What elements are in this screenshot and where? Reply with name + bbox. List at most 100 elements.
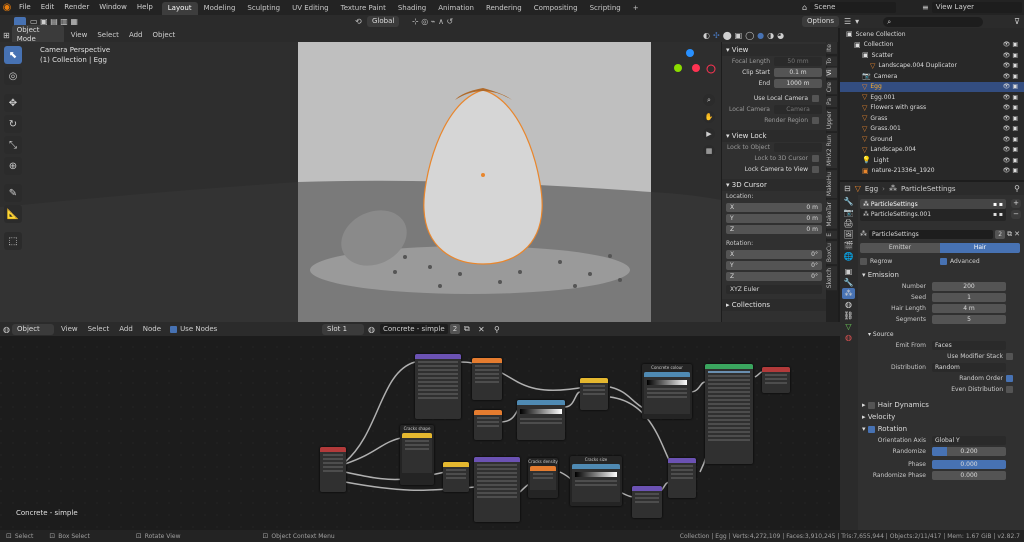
concrete-colour-frame[interactable]: Concrete colour — [642, 364, 692, 419]
overlay-icon[interactable]: ⬤ — [723, 31, 732, 40]
mix-rgb-node[interactable] — [580, 378, 608, 410]
outliner-item[interactable]: ▽ Landscape.004 👁 ▣ — [840, 145, 1024, 156]
material-shading-icon[interactable]: ◑ — [767, 31, 774, 40]
tab-animation[interactable]: Animation — [432, 2, 480, 15]
visibility-toggle-icon[interactable]: 👁 ▣ — [1003, 136, 1018, 143]
outliner-item[interactable]: 📷 Camera 👁 ▣ — [840, 71, 1024, 82]
advanced-checkbox[interactable] — [940, 257, 947, 265]
node-editor[interactable]: Cracks shape Cracks density Concrete col… — [0, 322, 840, 531]
filter-icon[interactable]: ⊽ — [1014, 17, 1020, 26]
gizmo-icon[interactable]: ✣ — [713, 31, 720, 40]
object-props-icon[interactable]: ▣ — [842, 266, 855, 277]
constraint-props-icon[interactable]: ⛓ — [842, 310, 855, 321]
blender-logo-icon[interactable]: ◉ — [0, 0, 14, 15]
emitter-button[interactable]: Emitter — [860, 243, 940, 253]
cursor-loc-y-row[interactable]: Y0 m — [722, 213, 826, 224]
use-local-camera-checkbox[interactable] — [812, 95, 819, 102]
rotation-header[interactable]: ▾ Rotation — [858, 423, 1024, 435]
rotation-mode-row[interactable]: XYZ Euler — [722, 284, 826, 295]
add-workspace-button[interactable]: + — [627, 2, 645, 15]
viewport-menu-select[interactable]: Select — [92, 28, 124, 43]
duplicate-icon[interactable]: ⧉ — [1007, 230, 1012, 239]
cracks-density-frame[interactable]: Cracks density — [528, 458, 558, 498]
menu-window[interactable]: Window — [94, 0, 132, 15]
tab-modeling[interactable]: Modeling — [198, 2, 242, 15]
menu-render[interactable]: Render — [59, 0, 94, 15]
lock-3d-cursor-row[interactable]: Lock to 3D Cursor — [722, 153, 826, 164]
sidebar-tab-create[interactable]: Cre — [826, 79, 837, 95]
options-dropdown[interactable]: Options — [802, 16, 840, 27]
tab-layout[interactable]: Layout — [161, 1, 198, 15]
visibility-toggle-icon[interactable]: 👁 ▣ — [1003, 83, 1018, 90]
node-menu-node[interactable]: Node — [138, 322, 166, 337]
sidebar-tab-sketch[interactable]: Sketch — [826, 265, 837, 291]
visibility-toggle-icon[interactable]: 👁 ▣ — [1003, 104, 1018, 111]
rotate-tool-icon[interactable]: ↻ — [4, 115, 22, 133]
voronoi-node[interactable] — [474, 410, 502, 440]
even-distribution-row[interactable]: Even Distribution — [858, 384, 1024, 395]
outliner-editor-icon[interactable]: ☰ — [844, 17, 851, 26]
cursor-tool-icon[interactable]: ◎ — [4, 67, 22, 85]
world-props-icon[interactable]: 🌐 — [842, 251, 855, 262]
distribution-dropdown[interactable]: Random — [932, 363, 1006, 372]
mapping-node-2[interactable] — [474, 457, 520, 522]
node-menu-select[interactable]: Select — [83, 322, 115, 337]
visibility-toggle-icon[interactable]: 👁 ▣ — [1003, 125, 1018, 132]
hair-button[interactable]: Hair — [940, 243, 1020, 253]
visibility-toggles-icon[interactable]: ▪ ▪ — [993, 211, 1003, 218]
tab-compositing[interactable]: Compositing — [528, 2, 584, 15]
randomize-slider[interactable]: 0.200 — [932, 447, 1006, 456]
camera-view-icon[interactable]: ▶ — [703, 128, 715, 140]
view-layer-props-icon[interactable]: 🖼 — [842, 229, 855, 240]
cursor-loc-x-row[interactable]: X0 m — [722, 202, 826, 213]
3d-viewport[interactable]: Camera Perspective (1) Collection | Egg … — [0, 42, 721, 322]
data-props-icon[interactable]: ▽ — [842, 321, 855, 332]
viewport-menu-object[interactable]: Object — [148, 28, 181, 43]
tab-shading[interactable]: Shading — [392, 2, 432, 15]
visibility-toggle-icon[interactable]: 👁 ▣ — [1003, 62, 1018, 69]
unlink-icon[interactable]: ✕ — [1014, 230, 1020, 238]
view-layer-selector[interactable]: ≡ View Layer — [922, 2, 1022, 13]
rendered-shading-icon[interactable]: ◕ — [777, 31, 784, 40]
3d-cursor-header[interactable]: ▾ 3D Cursor — [722, 179, 826, 191]
solid-shading-icon[interactable]: ● — [757, 31, 764, 40]
outliner-item[interactable]: ▣ Collection 👁 ▣ — [840, 40, 1024, 51]
viewport-menu-add[interactable]: Add — [124, 28, 148, 43]
snap-icons[interactable]: ⊹ ◎ ⌁ ∧ ↺ — [412, 17, 453, 26]
number-field[interactable]: 200 — [932, 282, 1006, 291]
hair-length-field[interactable]: 4 m — [932, 304, 1006, 313]
regrow-checkbox[interactable] — [860, 257, 867, 265]
hair-dynamics-checkbox[interactable] — [867, 401, 875, 409]
sidebar-tab-makehuman[interactable]: MakeHu — [826, 170, 837, 199]
visibility-icon[interactable]: ◐ — [703, 31, 710, 40]
outliner-item[interactable]: ▣ Scene Collection — [840, 29, 1024, 40]
fake-user-icon[interactable]: ⧉ — [464, 324, 470, 334]
color-ramp-node-2[interactable] — [517, 400, 565, 440]
tool-props-icon[interactable]: 🔧 — [842, 196, 855, 207]
node-menu-view[interactable]: View — [56, 322, 83, 337]
outliner-item[interactable]: ▽ Ground 👁 ▣ — [840, 134, 1024, 145]
cracks-size-frame[interactable]: Cracks size — [570, 456, 622, 506]
move-tool-icon[interactable]: ✥ — [4, 94, 22, 112]
mapping-node[interactable] — [415, 354, 461, 419]
phase-field[interactable]: 0.000 — [932, 460, 1006, 469]
physics-props-icon[interactable]: ◍ — [842, 299, 855, 310]
material-name-field[interactable]: Concrete - simple — [380, 324, 448, 334]
tab-sculpting[interactable]: Sculpting — [241, 2, 286, 15]
annotate-tool-icon[interactable]: ✎ — [4, 184, 22, 202]
scene-selector[interactable]: ⌂ Scene — [802, 2, 897, 13]
texture-coordinate-node[interactable] — [320, 447, 346, 492]
outliner-item[interactable]: ▣ nature-213364_1920 👁 ▣ — [840, 166, 1024, 177]
clip-end-field[interactable]: 1000 m — [774, 79, 822, 88]
scene-props-icon[interactable]: 🎬 — [842, 240, 855, 251]
viewport-menu-view[interactable]: View — [66, 28, 93, 43]
scene-name[interactable]: Scene — [810, 2, 897, 13]
material-users[interactable]: 2 — [450, 324, 460, 334]
sidebar-tab-pa[interactable]: Pa — [826, 96, 837, 108]
particle-props-icon[interactable]: ⁂ — [842, 288, 855, 299]
clip-start-field[interactable]: 0.1 m — [774, 68, 822, 77]
segments-field[interactable]: 5 — [932, 315, 1006, 324]
tab-rendering[interactable]: Rendering — [480, 2, 528, 15]
node-menu-add[interactable]: Add — [114, 322, 138, 337]
shader-type-dropdown[interactable]: Object — [11, 323, 54, 335]
